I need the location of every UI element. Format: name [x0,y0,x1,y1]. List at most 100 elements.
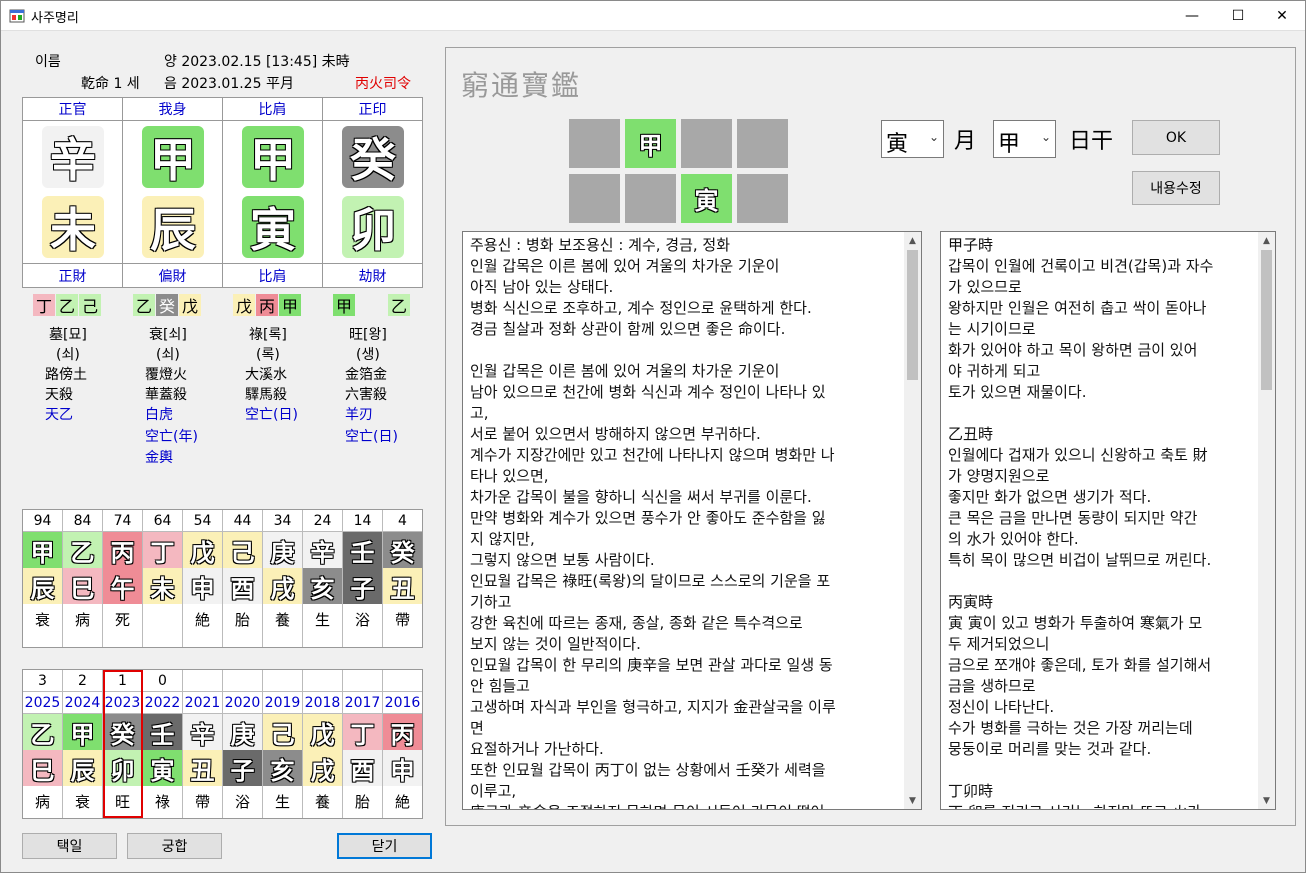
twelve-stage: 旺[왕] [349,327,387,343]
shinsal: 天殺 [45,387,73,403]
hidden-stem: 乙 [56,294,78,316]
gilsin: 金輿 [145,450,173,466]
gilsin: 空亡(日) [345,429,398,445]
scroll-down-icon[interactable]: ▼ [904,792,921,809]
pillar-top-label-year: 正印 [358,102,387,118]
hidden-stem: 丙 [256,294,278,316]
close-button[interactable]: 닫기 [337,833,432,859]
close-window-button[interactable]: ✕ [1259,1,1305,31]
sub-stage: (쇠) [156,347,180,363]
seun-age [343,670,382,691]
month-select-value: 寅 [886,132,909,157]
name-label: 이름 [35,54,61,70]
daeun-age: 84 [73,512,92,529]
pillar-top-label-day: 我身 [158,102,187,118]
seun-branch-tile: 巳 [23,750,62,786]
seun-branch-tile: 丑 [183,750,222,786]
sijin-text-box[interactable]: 甲子時 갑목이 인월에 건록이고 비견(갑목)과 자수 가 있으므로 왕하지만 … [940,231,1276,810]
seun-year: 2019 [264,694,301,711]
scrollbar[interactable]: ▲ ▼ [904,232,921,809]
day-stem-label: 日干 [1069,129,1114,154]
hour-stem: 辛 [42,126,104,188]
daeun-age: 4 [398,512,407,529]
daeun-branch-tile: 未 [143,568,182,604]
mini-tile-day-stem: 甲 [625,119,676,168]
pillar-top-label-hour: 正官 [58,102,87,118]
seun-year: 2018 [304,694,341,711]
pillar-bottom-label-day: 偏財 [158,268,187,285]
gilsin: 白虎 [145,407,173,423]
hidden-stem: 丁 [33,294,55,316]
window-title: 사주명리 [31,11,79,26]
mini-tile-day-branch [625,174,676,223]
scroll-up-icon[interactable]: ▲ [904,232,921,249]
seun-stem-tile: 丙 [383,714,422,750]
seun-stage: 祿 [154,792,170,811]
daeun-age: 54 [193,512,212,529]
daeun-branch-tile: 申 [183,568,222,604]
daeun-stage: 死 [114,611,130,629]
scroll-down-icon[interactable]: ▼ [1258,792,1275,809]
scroll-thumb[interactable] [1261,250,1272,390]
daeun-stage: 帶 [394,611,410,629]
daeun-branch-tile: 亥 [303,568,342,604]
daeun-stage: 浴 [354,611,370,629]
scroll-up-icon[interactable]: ▲ [1258,232,1275,249]
gungtong-heading: 窮通寶鑑 [461,69,582,102]
day-branch: 辰 [142,196,204,258]
nayin: 路傍土 [45,367,87,383]
daeun-stage: 病 [74,611,90,629]
daeun-age: 94 [33,512,52,529]
seun-stem-tile: 甲 [63,714,102,750]
day-select-value: 甲 [998,132,1021,157]
pillar-top-label-month: 比肩 [258,102,287,118]
app-icon [9,9,25,23]
sub-stage: (생) [356,347,380,363]
twelve-stage: 祿[록] [249,327,287,343]
daeun-branch-tile: 酉 [223,568,262,604]
daeun-stem-tile: 乙 [63,532,102,568]
ok-button[interactable]: OK [1132,120,1220,155]
month-branch: 寅 [242,196,304,258]
minimize-button[interactable]: — [1169,1,1215,31]
gilsin: 空亡(年) [145,429,198,445]
scrollbar[interactable]: ▲ ▼ [1258,232,1275,809]
seun-age: 0 [158,672,167,689]
seun-stage: 胎 [354,792,370,811]
taegil-button[interactable]: 택일 [22,833,117,859]
gilsin: 羊刃 [345,407,373,423]
seun-age [383,670,422,691]
mini-tile-month-branch: 寅 [681,174,732,223]
daeun-branch-tile: 巳 [63,568,102,604]
daeun-branch-tile: 丑 [383,568,422,604]
scroll-thumb[interactable] [907,250,918,380]
seun-stage: 帶 [194,792,210,811]
seun-year: 2024 [64,694,101,711]
daeun-stem-tile: 戊 [183,532,222,568]
month-select[interactable]: 寅 ⌄ [881,120,944,158]
gunghap-button[interactable]: 궁합 [127,833,222,859]
month-label: 月 [954,129,977,154]
four-pillars-grid: 正官 我身 比肩 正印 辛 甲 甲 癸 未 辰 寅 卯 正財 偏財 比肩 劫財 [22,97,423,288]
seun-stage: 生 [274,792,290,811]
pillar-bottom-label-year: 劫財 [358,268,387,285]
solar-date: 양 2023.02.15 [13:45] 未時 [164,54,350,70]
seun-stage: 衰 [74,792,90,811]
month-stem: 甲 [242,126,304,188]
shinsal: 六害殺 [345,387,387,403]
mini-tile-hour-branch [569,174,620,223]
pillar-bottom-label-hour: 正財 [58,268,87,285]
title-bar: 사주명리 — ☐ ✕ [1,1,1305,31]
dayganji-select[interactable]: 甲 ⌄ [993,120,1056,158]
daeun-stage: 衰 [34,611,50,629]
mini-tile-year-branch [737,174,788,223]
daeun-stage: 生 [314,611,330,629]
daeun-branch-tile: 午 [103,568,142,604]
daeun-age: 34 [273,512,292,529]
daeun-stem-tile: 壬 [343,532,382,568]
mini-tile-year-stem [737,119,788,168]
yongsin-text-box[interactable]: 주용신 : 병화 보조용신 : 계수, 경금, 정화 인월 갑목은 이른 봄에 … [462,231,922,810]
daeun-age: 44 [233,512,252,529]
maximize-button[interactable]: ☐ [1215,1,1261,31]
edit-content-button[interactable]: 내용수정 [1132,171,1220,205]
